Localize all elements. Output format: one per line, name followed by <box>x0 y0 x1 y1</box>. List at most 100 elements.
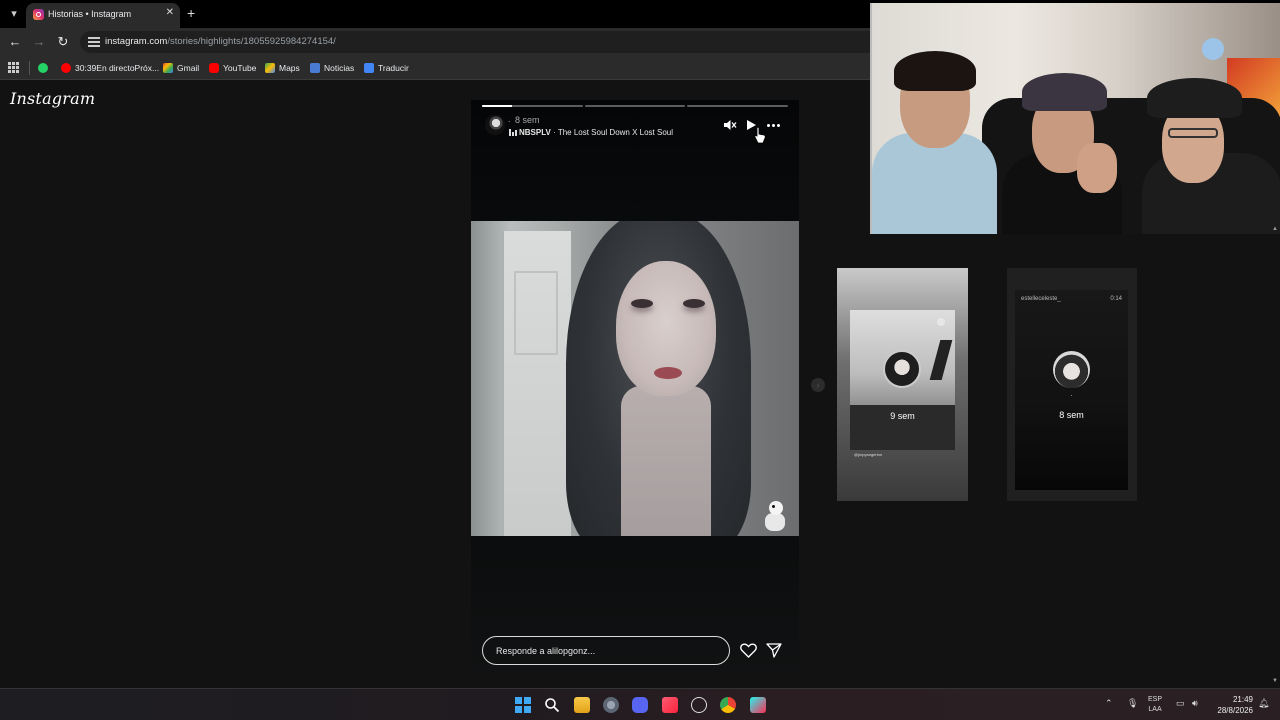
webcam-glasses <box>1168 128 1218 138</box>
photo-lips <box>654 367 682 379</box>
chatgpt-icon[interactable] <box>691 697 707 713</box>
discord-icon[interactable] <box>632 697 648 713</box>
progress-fill <box>482 105 513 107</box>
url-text[interactable]: instagram.com/stories/highlights/1805592… <box>105 36 336 47</box>
network-icon[interactable]: ▭ <box>1176 698 1185 709</box>
bookmark-youtube-live[interactable]: 30:39En directoPróx... <box>61 61 159 75</box>
windows-start-icon[interactable] <box>515 697 531 713</box>
preview-caption: @jmpyangerlnn <box>854 452 883 457</box>
progress-segment <box>482 105 583 107</box>
tab-search-chevron-icon[interactable]: ▾ <box>6 6 22 22</box>
story-time: 8 sem <box>515 115 540 125</box>
taskbar: ⌃ 🎙︎ ESP LAA ▭ 🔊︎ 21:49 28/8/2026 🔔︎ <box>0 688 1280 720</box>
instagram-favicon-icon <box>33 9 44 20</box>
maps-icon <box>265 63 275 73</box>
notification-icon[interactable]: 🔔︎ <box>1258 698 1269 709</box>
bookmark-label: Gmail <box>177 63 200 73</box>
muted-speaker-icon[interactable] <box>723 118 737 132</box>
apps-grid-icon[interactable] <box>8 62 19 73</box>
music-song: · The Lost Soul Down X Lost Soul <box>550 128 673 137</box>
webcam-person <box>894 51 976 91</box>
chrome-icon[interactable] <box>720 697 736 713</box>
story-viewer[interactable]: . 8 sem NBSPLV · The Lost Soul Down X Lo… <box>471 100 799 674</box>
translate-icon <box>364 63 374 73</box>
bookmark-maps[interactable]: Maps <box>265 61 300 75</box>
clock-time: 21:49 <box>1232 695 1253 704</box>
bookmarks-divider <box>29 61 30 75</box>
next-story-preview[interactable]: @jmpyangerlnn 9 sem <box>837 268 968 501</box>
settings-gear-icon[interactable] <box>603 697 619 713</box>
preview-lamp <box>929 340 953 380</box>
instagram-logo[interactable]: Instagram <box>10 89 95 108</box>
progress-segment <box>584 105 686 107</box>
address-bar[interactable]: instagram.com/stories/highlights/1805592… <box>80 31 870 53</box>
bookmarks-bar: 30:39En directoPróx... Gmail YouTube Map… <box>0 56 870 80</box>
photo-neck <box>621 386 711 536</box>
bookmark-label: Noticias <box>324 63 355 73</box>
webcam-overlay <box>870 3 1280 234</box>
site-info-icon[interactable] <box>88 36 100 48</box>
heart-icon[interactable] <box>740 643 757 658</box>
webcam-toy <box>1202 38 1224 60</box>
input-language[interactable]: ESP LAA <box>1148 695 1162 715</box>
preview-dot <box>937 318 945 326</box>
preview-avatar <box>883 350 921 388</box>
reload-icon[interactable]: ↻ <box>55 34 71 50</box>
clock-date: 28/8/2026 <box>1217 706 1253 715</box>
send-icon[interactable] <box>766 643 782 658</box>
preview-avatar <box>1053 351 1090 388</box>
photo-door <box>501 231 571 536</box>
news-icon <box>310 63 320 73</box>
music-bars-icon <box>509 128 517 136</box>
url-host: instagram.com <box>105 36 168 47</box>
back-arrow-icon[interactable]: ← <box>7 34 23 50</box>
bookmark-gmail[interactable]: Gmail <box>163 61 199 75</box>
microphone-icon[interactable]: 🎙︎ <box>1127 698 1138 709</box>
forward-arrow-icon[interactable]: → <box>31 34 47 50</box>
bookmark-label: Maps <box>279 63 300 73</box>
progress-segment <box>687 105 789 107</box>
whatsapp-icon <box>38 63 48 73</box>
preview-card: estelleceleste_ 0:14 . 8 sem <box>1015 290 1128 490</box>
story-music-link[interactable]: NBSPLV · The Lost Soul Down X Lost Soul <box>519 128 673 137</box>
hidden-icons-chevron-icon[interactable]: ⌃ <box>1105 698 1113 709</box>
scroll-up-icon[interactable]: ▲ <box>1272 226 1278 232</box>
bookmark-label: YouTube <box>223 63 257 73</box>
ghost-sticker-icon <box>763 501 789 533</box>
webcam-hand <box>1077 143 1117 193</box>
story-author-avatar[interactable] <box>485 115 505 135</box>
bookmark-traducir[interactable]: Traducir <box>364 61 409 75</box>
tab-close-icon[interactable]: ✕ <box>166 7 174 18</box>
photo-eye <box>631 299 653 308</box>
tab-title: Historias • Instagram <box>48 9 132 19</box>
mouse-cursor-icon <box>754 127 766 144</box>
more-options-icon[interactable] <box>767 124 780 127</box>
next-story-arrow-icon[interactable]: › <box>811 378 825 392</box>
bookmark-whatsapp[interactable] <box>38 61 48 75</box>
preview-duration: 0:14 <box>1110 296 1122 302</box>
volume-icon[interactable]: 🔊︎ <box>1192 698 1198 709</box>
preview-author: . <box>1070 391 1073 398</box>
bookmark-youtube[interactable]: YouTube <box>209 61 256 75</box>
webcam-cap <box>1147 78 1242 118</box>
scroll-down-icon[interactable]: ▼ <box>1272 678 1278 684</box>
new-tab-button[interactable]: + <box>187 5 195 21</box>
file-explorer-icon[interactable] <box>574 697 590 713</box>
story-photo <box>471 221 799 536</box>
story-progress-bar <box>482 105 789 107</box>
preview-time: 8 sem <box>1059 410 1084 420</box>
next-story-preview[interactable]: estelleceleste_ 0:14 . 8 sem <box>1007 268 1137 501</box>
bookmark-noticias[interactable]: Noticias <box>310 61 354 75</box>
youtube-icon <box>209 63 219 73</box>
tab-instagram[interactable]: Historias • Instagram ✕ <box>26 3 180 28</box>
music-artist: NBSPLV <box>519 128 551 137</box>
reply-input[interactable]: Responde a alilopgonz... <box>482 636 730 665</box>
system-clock[interactable]: 21:49 28/8/2026 <box>1213 694 1253 716</box>
language-code: ESP <box>1148 696 1163 703</box>
music-app-icon[interactable] <box>662 697 678 713</box>
preview-username: estelleceleste_ <box>1021 296 1061 302</box>
tiktok-icon[interactable] <box>750 697 766 713</box>
search-icon[interactable] <box>544 697 560 713</box>
story-author-name[interactable]: . <box>508 114 511 124</box>
webcam-cap <box>1022 73 1107 111</box>
